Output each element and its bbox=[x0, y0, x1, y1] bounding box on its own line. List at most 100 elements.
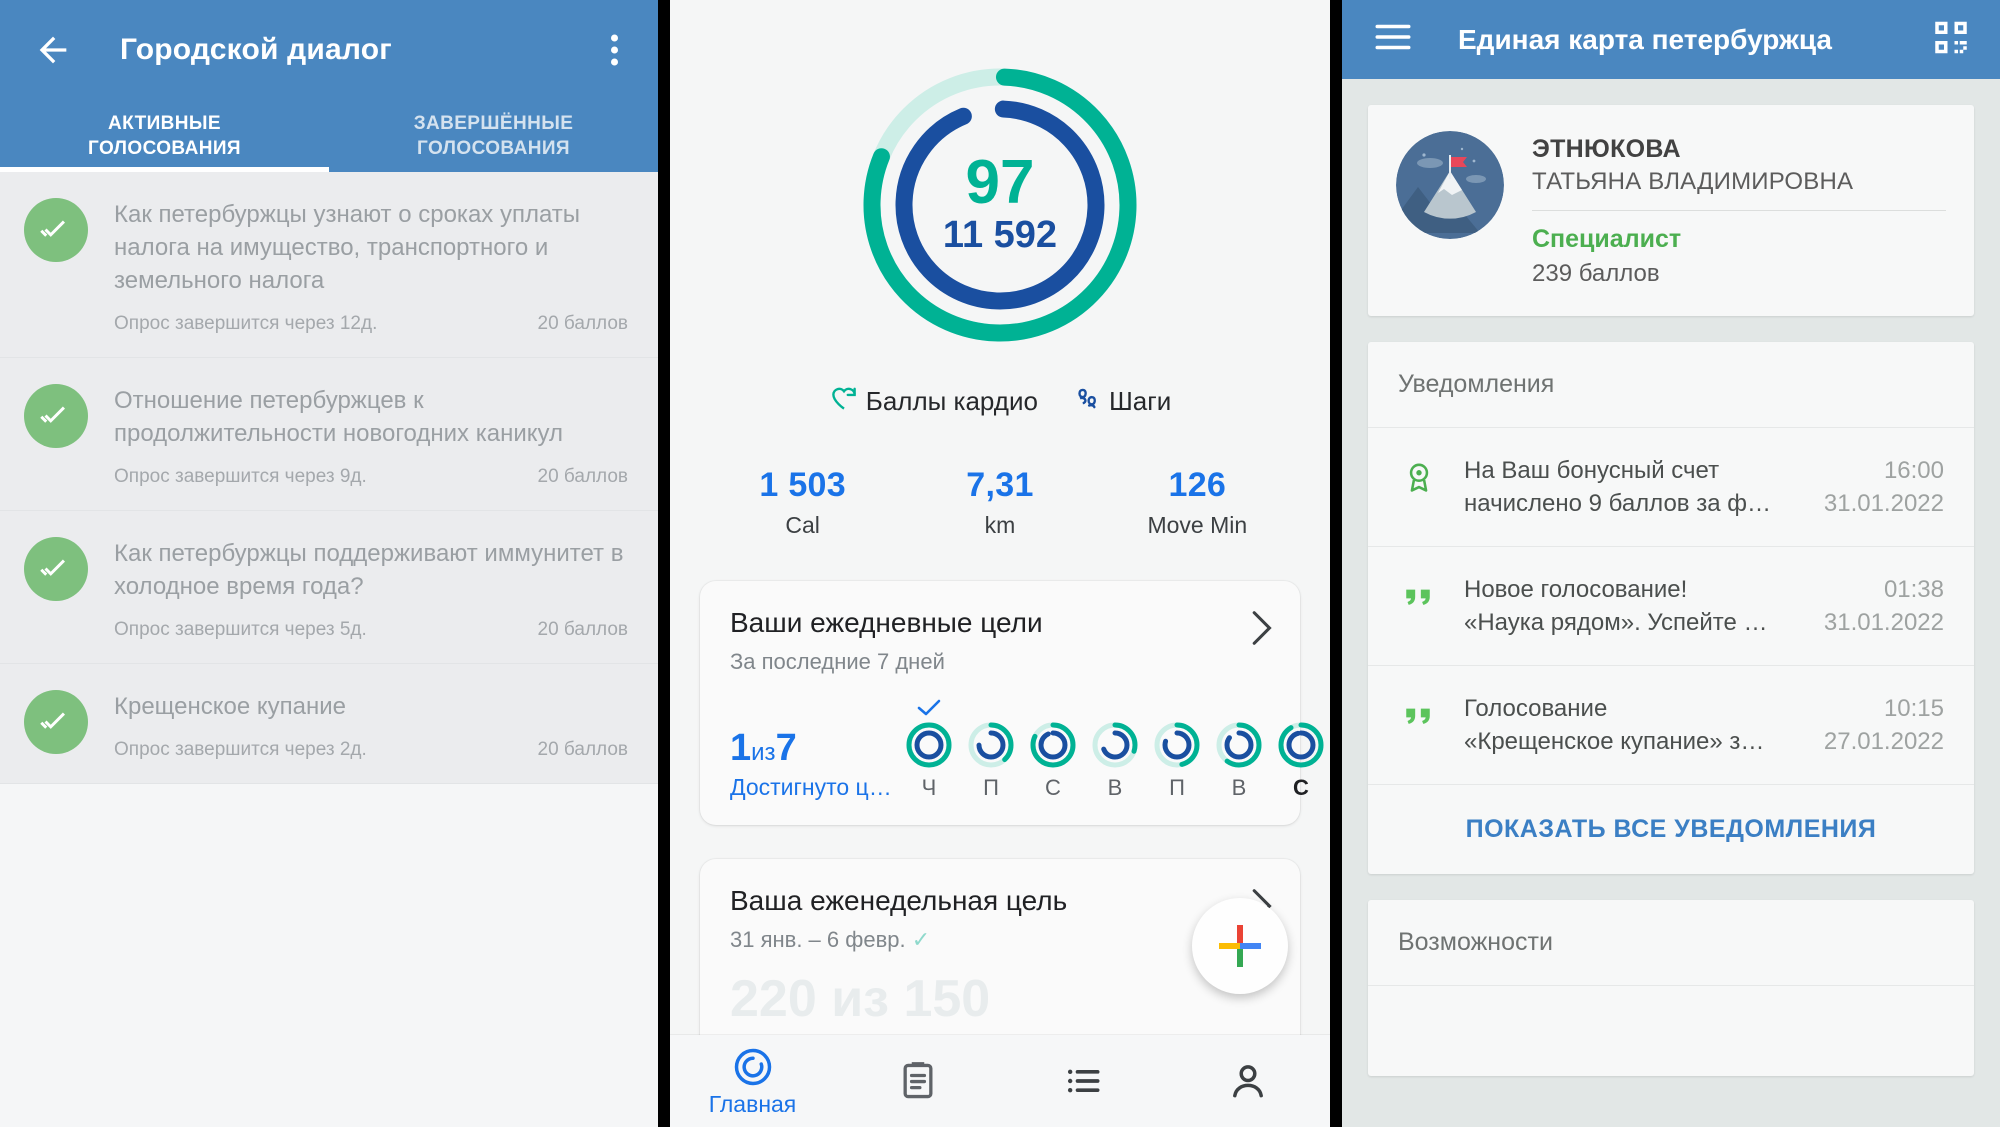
nav-item-home[interactable]: Главная bbox=[670, 1045, 835, 1118]
vote-meta: Опрос завершится через 12д. 20 баллов bbox=[114, 313, 628, 335]
tab-finished-votes[interactable]: ЗАВЕРШЁННЫЕ ГОЛОСОВАНИЯ bbox=[329, 100, 658, 172]
notification-timestamp: 10:15 27.01.2022 bbox=[1824, 692, 1944, 758]
nav-item-profile[interactable] bbox=[1165, 1059, 1330, 1103]
vote-deadline: Опрос завершится через 5д. bbox=[114, 619, 367, 640]
weekday-2[interactable]: С bbox=[1026, 699, 1080, 801]
qr-code-icon[interactable] bbox=[1930, 16, 1972, 63]
heart-points-icon bbox=[829, 383, 859, 420]
weekday-ring-svg bbox=[1092, 722, 1138, 768]
tab-active-votes[interactable]: АКТИВНЫЕ ГОЛОСОВАНИЯ bbox=[0, 100, 329, 172]
activity-rings[interactable]: 97 11 592 bbox=[670, 0, 1330, 355]
ekp-app-panel: Единая карта петербуржца ЭТНЮКОВА ТАТЬЯН… bbox=[1342, 0, 2000, 1127]
profile-rank: Специалист bbox=[1532, 225, 1682, 253]
profile-card[interactable]: ЭТНЮКОВА ТАТЬЯНА ВЛАДИМИРОВНА Специалист… bbox=[1368, 105, 1974, 316]
weekday-5[interactable]: В bbox=[1212, 699, 1266, 801]
daily-goals-total-num: 7 bbox=[775, 727, 797, 769]
list-item[interactable]: Как петербуржцы поддерживают иммунитет в… bbox=[0, 511, 658, 664]
add-activity-fab[interactable] bbox=[1192, 898, 1288, 994]
notification-line2: «Крещенское купание» з… bbox=[1464, 728, 1765, 755]
weekday-3[interactable]: В bbox=[1088, 699, 1142, 801]
features-card: Возможности bbox=[1368, 900, 1974, 1076]
notification-line1: Новое голосование! bbox=[1464, 576, 1688, 603]
weekday-ring-svg bbox=[968, 722, 1014, 768]
list-item[interactable]: Крещенское купание Опрос завершится чере… bbox=[0, 664, 658, 784]
double-check-icon bbox=[24, 537, 88, 601]
daily-goals-of-word: из bbox=[751, 739, 776, 766]
list-item[interactable]: Новое голосование! «Наука рядом». Успейт… bbox=[1368, 547, 1974, 666]
weekday-3-label: В bbox=[1107, 775, 1123, 800]
heart-points-value: 97 bbox=[966, 148, 1035, 217]
weekday-6[interactable]: С bbox=[1274, 699, 1328, 801]
notification-line1: На Ваш бонусный счет bbox=[1464, 457, 1720, 484]
activity-ring-icon bbox=[734, 1048, 771, 1085]
weekly-goal-progress: 220 из 150 bbox=[730, 970, 991, 1028]
weekday-1-label: П bbox=[983, 775, 999, 800]
profile-row: ЭТНЮКОВА ТАТЬЯНА ВЛАДИМИРОВНА Специалист… bbox=[1368, 105, 1974, 316]
profile-divider bbox=[1532, 210, 1946, 211]
legend-steps[interactable]: Шаги bbox=[1072, 383, 1171, 420]
hamburger-menu-icon[interactable] bbox=[1372, 16, 1414, 63]
vote-deadline: Опрос завершится через 9д. bbox=[114, 466, 367, 487]
stat-move-min-label: Move Min bbox=[1147, 512, 1248, 538]
vote-meta: Опрос завершится через 2д. 20 баллов bbox=[114, 739, 628, 761]
vote-question: Как петербуржцы узнают о сроках уплаты н… bbox=[114, 201, 581, 294]
vote-meta: Опрос завершится через 5д. 20 баллов bbox=[114, 619, 628, 641]
weekday-4-label: П bbox=[1169, 775, 1185, 800]
list-item[interactable]: На Ваш бонусный счет начислено 9 баллов … bbox=[1368, 428, 1974, 547]
award-badge-icon bbox=[1398, 454, 1440, 494]
features-placeholder bbox=[1368, 986, 1974, 1076]
legend-heart-points[interactable]: Баллы кардио bbox=[829, 383, 1038, 420]
vote-meta: Опрос завершится через 9д. 20 баллов bbox=[114, 466, 628, 488]
votes-app-panel: Городской диалог АКТИВНЫЕ ГОЛОСОВАНИЯ ЗА… bbox=[0, 0, 658, 1127]
list-item[interactable]: Голосование «Крещенское купание» з… 10:1… bbox=[1368, 666, 1974, 785]
profile-surname: ЭТНЮКОВА bbox=[1532, 135, 1681, 163]
nav-item-journal[interactable] bbox=[835, 1059, 1000, 1103]
vote-deadline: Опрос завершится через 12д. bbox=[114, 313, 378, 334]
nav-item-list[interactable] bbox=[1000, 1059, 1165, 1103]
weekday-ring-svg bbox=[906, 722, 952, 768]
stat-move-min[interactable]: 126 Move Min bbox=[1099, 466, 1296, 539]
tab-active-indicator bbox=[0, 167, 329, 172]
notification-timestamp: 16:00 31.01.2022 bbox=[1824, 454, 1944, 520]
weekday-1[interactable]: П bbox=[964, 699, 1018, 801]
rings-legend: Баллы кардио Шаги bbox=[670, 383, 1330, 420]
quote-vote-icon bbox=[1398, 692, 1440, 732]
ekp-app-title: Единая карта петербуржца bbox=[1458, 23, 1832, 55]
daily-goals-subtitle: За последние 7 дней bbox=[730, 649, 945, 674]
chevron-right-icon[interactable] bbox=[1250, 611, 1272, 651]
notifications-header: Уведомления bbox=[1368, 342, 1974, 428]
ekp-appbar: Единая карта петербуржца bbox=[1342, 0, 2000, 79]
list-icon bbox=[1067, 1069, 1099, 1093]
weekday-0[interactable]: Ч bbox=[902, 699, 956, 801]
stat-distance-value: 7,31 bbox=[966, 466, 1034, 504]
vote-question: Отношение петербуржцев к продолжительнос… bbox=[114, 387, 563, 447]
stat-distance[interactable]: 7,31 km bbox=[901, 466, 1098, 539]
three-phone-screenshots: Городской диалог АКТИВНЫЕ ГОЛОСОВАНИЯ ЗА… bbox=[0, 0, 2000, 1127]
profile-given-name: ТАТЬЯНА ВЛАДИМИРОВНА bbox=[1532, 168, 1854, 195]
daily-goals-fraction: 1из7 bbox=[730, 727, 902, 770]
panel-separator bbox=[658, 0, 670, 1127]
daily-goals-card[interactable]: Ваши ежедневные цели За последние 7 дней… bbox=[700, 581, 1324, 825]
notification-text: Голосование «Крещенское купание» з… bbox=[1464, 692, 1800, 758]
legend-heart-points-label: Баллы кардио bbox=[865, 386, 1038, 416]
weekday-4[interactable]: П bbox=[1150, 699, 1204, 801]
daily-goals-count-label: Достигнуто ц… bbox=[730, 774, 892, 800]
stat-calories-label: Cal bbox=[785, 512, 820, 538]
kebab-menu-icon[interactable] bbox=[601, 25, 628, 76]
tab-finished-votes-line2: ГОЛОСОВАНИЯ bbox=[417, 138, 570, 159]
list-item[interactable]: Как петербуржцы узнают о сроках уплаты н… bbox=[0, 172, 658, 358]
weekday-ring-svg bbox=[1154, 722, 1200, 768]
stat-calories[interactable]: 1 503 Cal bbox=[704, 466, 901, 539]
nav-item-home-label: Главная bbox=[708, 1090, 797, 1117]
show-all-notifications-button[interactable]: ПОКАЗАТЬ ВСЕ УВЕДОМЛЕНИЯ bbox=[1368, 785, 1974, 874]
vote-points: 20 баллов bbox=[537, 466, 628, 487]
back-arrow-icon[interactable] bbox=[30, 27, 76, 73]
profile-info: ЭТНЮКОВА ТАТЬЯНА ВЛАДИМИРОВНА Специалист… bbox=[1532, 131, 1946, 288]
double-check-icon bbox=[24, 384, 88, 448]
list-item[interactable]: Отношение петербуржцев к продолжительнос… bbox=[0, 358, 658, 511]
fit-stats-row: 1 503 Cal 7,31 km 126 Move Min bbox=[670, 466, 1330, 539]
votes-tabs: АКТИВНЫЕ ГОЛОСОВАНИЯ ЗАВЕРШЁННЫЕ ГОЛОСОВ… bbox=[0, 100, 658, 172]
notification-line2: начислено 9 баллов за ф… bbox=[1464, 490, 1771, 517]
vote-deadline: Опрос завершится через 2д. bbox=[114, 739, 367, 760]
notification-line2: «Наука рядом». Успейте … bbox=[1464, 609, 1768, 636]
